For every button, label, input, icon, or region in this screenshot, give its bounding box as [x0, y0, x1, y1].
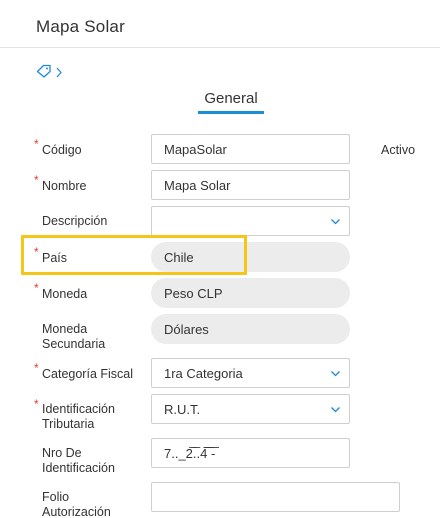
descripcion-select[interactable]: [151, 206, 350, 236]
chevron-right-icon[interactable]: [56, 67, 62, 80]
label-line: Nro De: [42, 446, 82, 460]
required-marker: *: [34, 137, 39, 151]
label-line: Folio: [42, 490, 70, 504]
nro-identificacion-label: Nro De Identificación: [42, 446, 115, 476]
moneda-field: Peso CLP: [151, 278, 350, 308]
moneda-secundaria-value: Dólares: [164, 321, 209, 337]
nro-identificacion-value: 7.._2̅.̅.4̅̅ ̅-̅: [164, 445, 216, 461]
required-marker: *: [34, 361, 39, 375]
codigo-input[interactable]: MapaSolar: [151, 134, 350, 164]
nombre-value: Mapa Solar: [164, 177, 231, 193]
categoria-fiscal-select[interactable]: 1ra Categoria: [151, 358, 350, 388]
pais-label: País: [42, 251, 68, 265]
moneda-value: Peso CLP: [164, 285, 223, 301]
nombre-input[interactable]: Mapa Solar: [151, 170, 350, 200]
label-line: Moneda: [42, 322, 88, 336]
pais-field: Chile: [151, 242, 350, 272]
folio-autorizacion-label: Folio Autorización: [42, 490, 111, 518]
categoria-fiscal-value: 1ra Categoria: [164, 365, 243, 381]
identificacion-tributaria-value: R.U.T.: [164, 401, 201, 417]
label-line: Identificación: [42, 402, 115, 416]
descripcion-label: Descripción: [42, 214, 108, 228]
tag-icon[interactable]: [36, 64, 52, 83]
required-marker: *: [34, 397, 39, 411]
required-marker: *: [34, 173, 39, 187]
required-marker: *: [34, 281, 39, 295]
page-title: Mapa Solar: [36, 17, 125, 36]
folio-autorizacion-input[interactable]: [151, 482, 400, 512]
chevron-down-icon: [331, 219, 340, 225]
label-line: Autorización: [42, 505, 111, 518]
pais-value: Chile: [164, 249, 194, 265]
nombre-label: Nombre: [42, 179, 87, 193]
header: Mapa Solar: [0, 0, 440, 48]
codigo-value: MapaSolar: [164, 141, 227, 157]
activo-label[interactable]: Activo: [381, 143, 415, 157]
breadcrumb[interactable]: [36, 64, 62, 82]
nro-identificacion-input[interactable]: 7.._2̅.̅.4̅̅ ̅-̅: [151, 438, 350, 468]
label-line: Tributaria: [42, 417, 95, 431]
moneda-label: Moneda: [42, 287, 88, 301]
moneda-secundaria-label: Moneda Secundaria: [42, 322, 105, 352]
identificacion-tributaria-select[interactable]: R.U.T.: [151, 394, 350, 424]
tab-active-indicator: [198, 111, 264, 114]
required-marker: *: [34, 245, 39, 259]
tab-label: General: [204, 90, 258, 107]
moneda-secundaria-field: Dólares: [151, 314, 350, 344]
chevron-down-icon: [331, 371, 340, 377]
categoria-fiscal-label: Categoría Fiscal: [42, 367, 134, 381]
tab-general[interactable]: General: [198, 90, 264, 114]
chevron-down-icon: [331, 407, 340, 413]
identificacion-tributaria-label: Identificación Tributaria: [42, 402, 115, 432]
label-line: Secundaria: [42, 337, 106, 351]
label-line: Identificación: [42, 461, 115, 475]
codigo-label: Código: [42, 143, 82, 157]
